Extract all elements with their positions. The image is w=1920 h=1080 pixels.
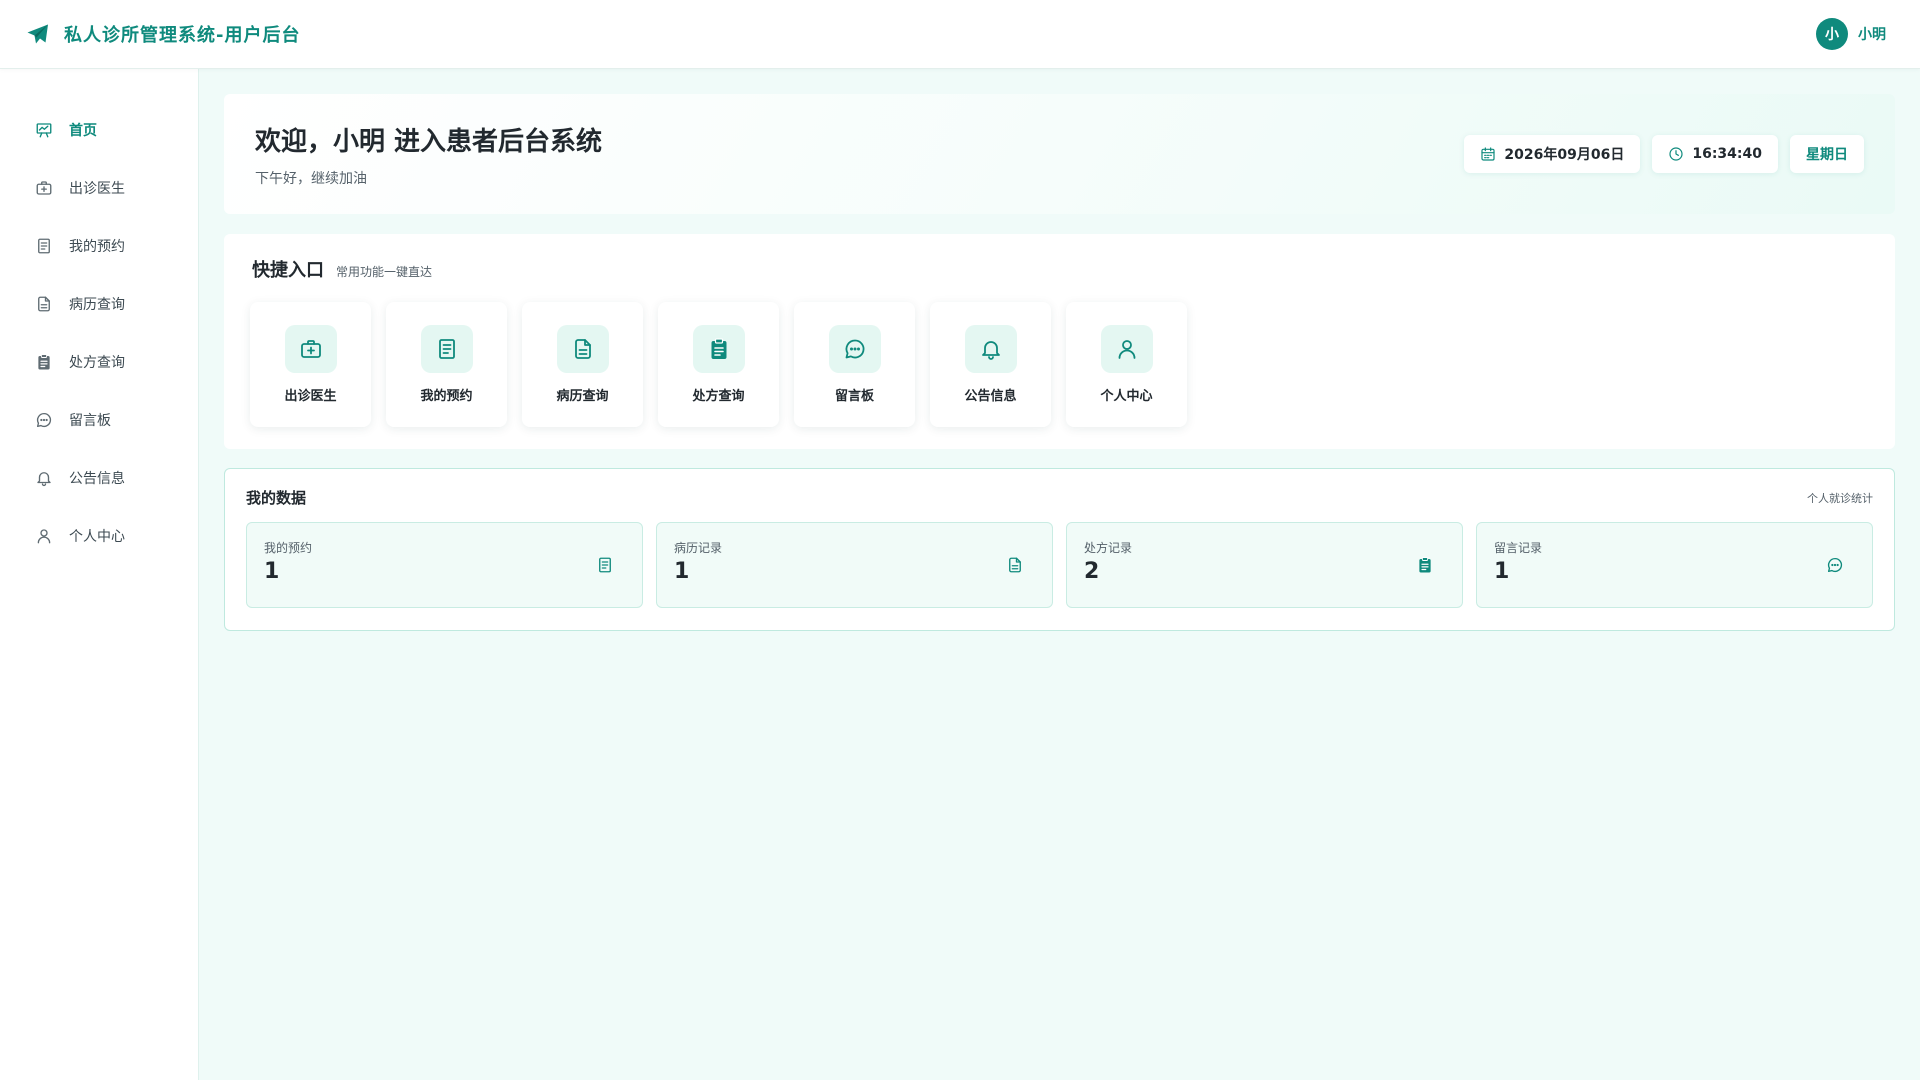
my-data-panel: 我的数据 个人就诊统计 我的预约 1 病历记录 1 处方记录 2 留言记录 1	[224, 468, 1895, 631]
quick-item-label: 病历查询	[556, 389, 609, 404]
stat-card-messages[interactable]: 留言记录 1	[1476, 522, 1873, 608]
sidebar-item-label: 我的预约	[69, 239, 125, 255]
clipboard-icon	[35, 353, 53, 371]
sidebar-item-notices[interactable]: 公告信息	[0, 449, 198, 507]
sidebar-item-label: 首页	[69, 123, 97, 139]
date-text: 2026年09月06日	[1504, 147, 1625, 163]
quick-records-button[interactable]: 病历查询	[522, 302, 643, 427]
user-name[interactable]: 小明	[1858, 24, 1886, 44]
quick-item-label: 出诊医生	[284, 389, 337, 404]
quick-entry-subtitle: 常用功能一键直达	[336, 265, 433, 279]
sidebar-item-label: 病历查询	[69, 297, 125, 313]
time-text: 16:34:40	[1692, 146, 1762, 162]
weekday-chip: 星期日	[1790, 135, 1864, 173]
user-icon	[1100, 325, 1153, 373]
quick-item-label: 留言板	[834, 389, 874, 404]
sidebar-item-home[interactable]: 首页	[0, 101, 198, 159]
quick-doctors-button[interactable]: 出诊医生	[250, 302, 371, 427]
time-chip: 16:34:40	[1652, 135, 1778, 173]
chat-bubble-icon	[1826, 556, 1844, 574]
stat-label: 处方记录	[1084, 541, 1133, 555]
sidebar-item-label: 留言板	[69, 413, 111, 429]
quick-item-label: 个人中心	[1100, 389, 1153, 404]
welcome-text: 欢迎，小明 进入患者后台系统 下午好，继续加油	[255, 121, 602, 188]
chat-bubble-icon	[35, 411, 53, 429]
stat-card-records[interactable]: 病历记录 1	[656, 522, 1053, 608]
weekday-text: 星期日	[1806, 147, 1848, 163]
datetime-chips: 2026年09月06日 16:34:40 星期日	[1464, 135, 1864, 173]
quick-entry-header: 快捷入口 常用功能一键直达	[252, 256, 1867, 282]
stat-value: 2	[1084, 559, 1100, 584]
quick-item-label: 公告信息	[964, 389, 1017, 404]
stat-card-prescriptions[interactable]: 处方记录 2	[1066, 522, 1463, 608]
chat-bubble-icon	[828, 325, 881, 373]
my-data-subtitle: 个人就诊统计	[1807, 491, 1873, 505]
quick-appointments-button[interactable]: 我的预约	[386, 302, 507, 427]
top-header: 私人诊所管理系统-用户后台 小 小明	[0, 0, 1920, 69]
quick-item-label: 处方查询	[692, 389, 745, 404]
welcome-title: 欢迎，小明 进入患者后台系统	[255, 126, 603, 157]
quick-prescriptions-button[interactable]: 处方查询	[658, 302, 779, 427]
welcome-subtitle: 下午好，继续加油	[255, 170, 367, 187]
quick-entry-title: 快捷入口	[252, 260, 324, 281]
file-text-icon	[1006, 556, 1024, 574]
stat-label: 我的预约	[264, 541, 313, 555]
sidebar-item-label: 出诊医生	[69, 181, 125, 197]
sidebar-item-messages[interactable]: 留言板	[0, 391, 198, 449]
user-icon	[35, 527, 53, 545]
sidebar-item-profile[interactable]: 个人中心	[0, 507, 198, 565]
document-list-icon	[596, 556, 614, 574]
sidebar-item-records[interactable]: 病历查询	[0, 275, 198, 333]
file-text-icon	[556, 325, 609, 373]
stats-row: 我的预约 1 病历记录 1 处方记录 2 留言记录 1	[246, 522, 1873, 608]
clipboard-icon	[692, 325, 745, 373]
my-data-title: 我的数据	[246, 489, 307, 507]
quick-profile-button[interactable]: 个人中心	[1066, 302, 1187, 427]
sidebar-item-label: 处方查询	[69, 355, 125, 371]
date-chip: 2026年09月06日	[1464, 135, 1641, 173]
medical-kit-icon	[35, 179, 53, 197]
document-list-icon	[35, 237, 53, 255]
chart-board-icon	[35, 121, 53, 139]
file-text-icon	[35, 295, 53, 313]
stat-value: 1	[264, 559, 280, 584]
bell-icon	[964, 325, 1017, 373]
medical-kit-icon	[284, 325, 337, 373]
quick-notices-button[interactable]: 公告信息	[930, 302, 1051, 427]
sidebar-item-label: 公告信息	[69, 471, 125, 487]
sidebar-item-appointments[interactable]: 我的预约	[0, 217, 198, 275]
main-content: 欢迎，小明 进入患者后台系统 下午好，继续加油 2026年09月06日 16:3…	[200, 69, 1920, 1080]
clock-icon	[1668, 146, 1684, 162]
quick-entry-grid: 出诊医生 我的预约 病历查询 处方查询 留言板 公告信息 个人中心	[250, 302, 1867, 427]
stat-value: 1	[674, 559, 690, 584]
quick-messages-button[interactable]: 留言板	[794, 302, 915, 427]
sidebar-item-label: 个人中心	[69, 529, 125, 545]
app-title: 私人诊所管理系统-用户后台	[64, 25, 301, 46]
document-list-icon	[420, 325, 473, 373]
stat-label: 留言记录	[1494, 541, 1543, 555]
sidebar-item-prescriptions[interactable]: 处方查询	[0, 333, 198, 391]
welcome-banner: 欢迎，小明 进入患者后台系统 下午好，继续加油 2026年09月06日 16:3…	[224, 94, 1895, 214]
stat-card-appointments[interactable]: 我的预约 1	[246, 522, 643, 608]
bell-icon	[35, 469, 53, 487]
paper-plane-icon	[26, 22, 50, 46]
my-data-header: 我的数据 个人就诊统计	[246, 487, 1873, 508]
user-menu[interactable]: 小 小明	[1816, 18, 1886, 50]
brand[interactable]: 私人诊所管理系统-用户后台	[26, 21, 300, 47]
sidebar-item-doctors[interactable]: 出诊医生	[0, 159, 198, 217]
clipboard-icon	[1416, 556, 1434, 574]
stat-label: 病历记录	[674, 541, 723, 555]
avatar[interactable]: 小	[1816, 18, 1848, 50]
sidebar: 首页 出诊医生 我的预约 病历查询 处方查询 留言板 公告信息 个人中心	[0, 69, 199, 1080]
stat-value: 1	[1494, 559, 1510, 584]
quick-item-label: 我的预约	[420, 389, 473, 404]
calendar-icon	[1480, 146, 1496, 162]
quick-entry-panel: 快捷入口 常用功能一键直达 出诊医生 我的预约 病历查询 处方查询 留言板 公告…	[224, 234, 1895, 449]
